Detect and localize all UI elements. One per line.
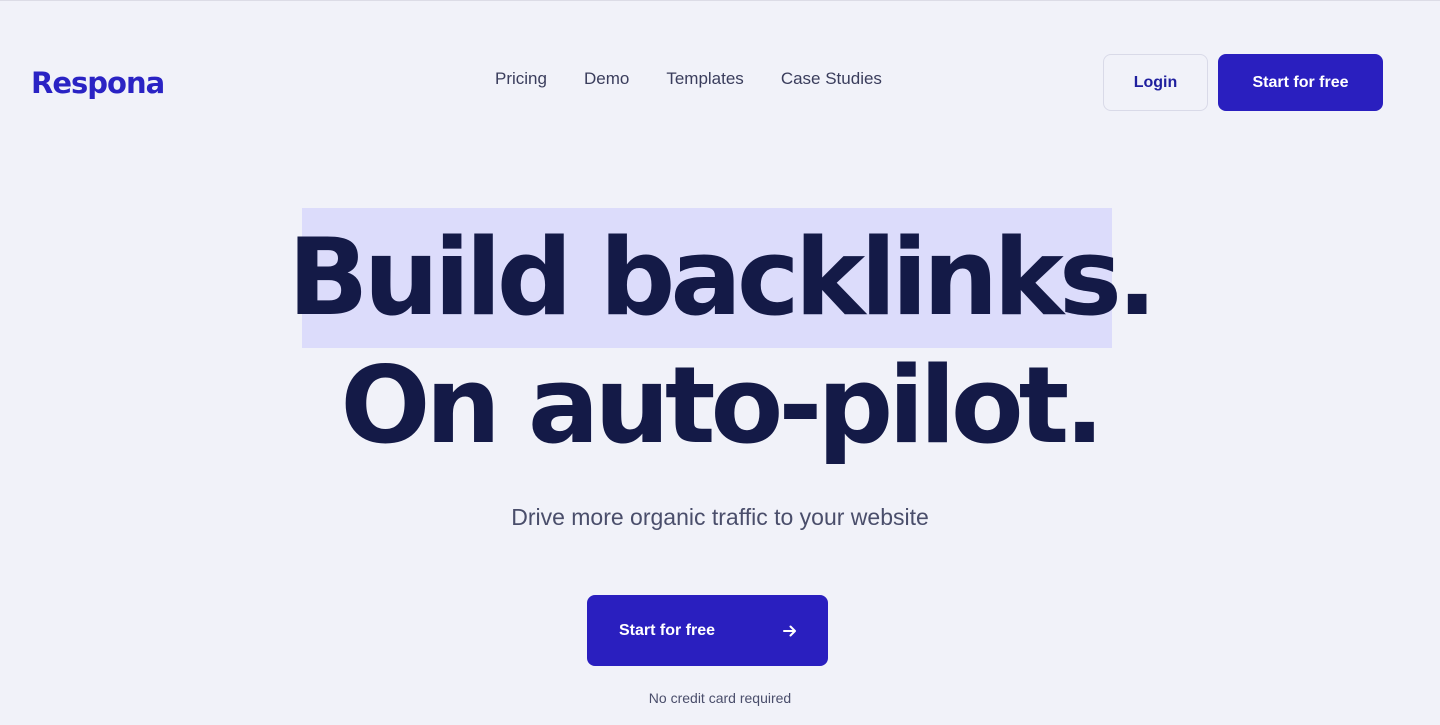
header-start-button[interactable]: Start for free xyxy=(1218,54,1383,111)
no-credit-card-note: No credit card required xyxy=(648,690,792,706)
arrow-right-icon xyxy=(783,625,796,636)
nav-case-studies[interactable]: Case Studies xyxy=(781,69,882,89)
hero-start-button[interactable]: Start for free xyxy=(587,595,828,666)
headline-line-2: On auto-pilot. xyxy=(340,344,1104,467)
landing-page: Respona Pricing Demo Templates Case Stud… xyxy=(0,0,1440,725)
login-button[interactable]: Login xyxy=(1103,54,1208,111)
logo-text: Respona xyxy=(31,66,165,100)
headline-line-1: Build backlinks. xyxy=(287,216,1157,339)
nav-pricing[interactable]: Pricing xyxy=(495,69,547,89)
hero-subtitle: Drive more organic traffic to your websi… xyxy=(511,504,929,530)
main-nav: Pricing Demo Templates Case Studies xyxy=(495,69,882,89)
hero-start-label: Start for free xyxy=(619,621,716,639)
respona-logo[interactable]: Respona xyxy=(31,63,165,103)
nav-demo[interactable]: Demo xyxy=(584,69,629,89)
nav-templates[interactable]: Templates xyxy=(666,69,743,89)
